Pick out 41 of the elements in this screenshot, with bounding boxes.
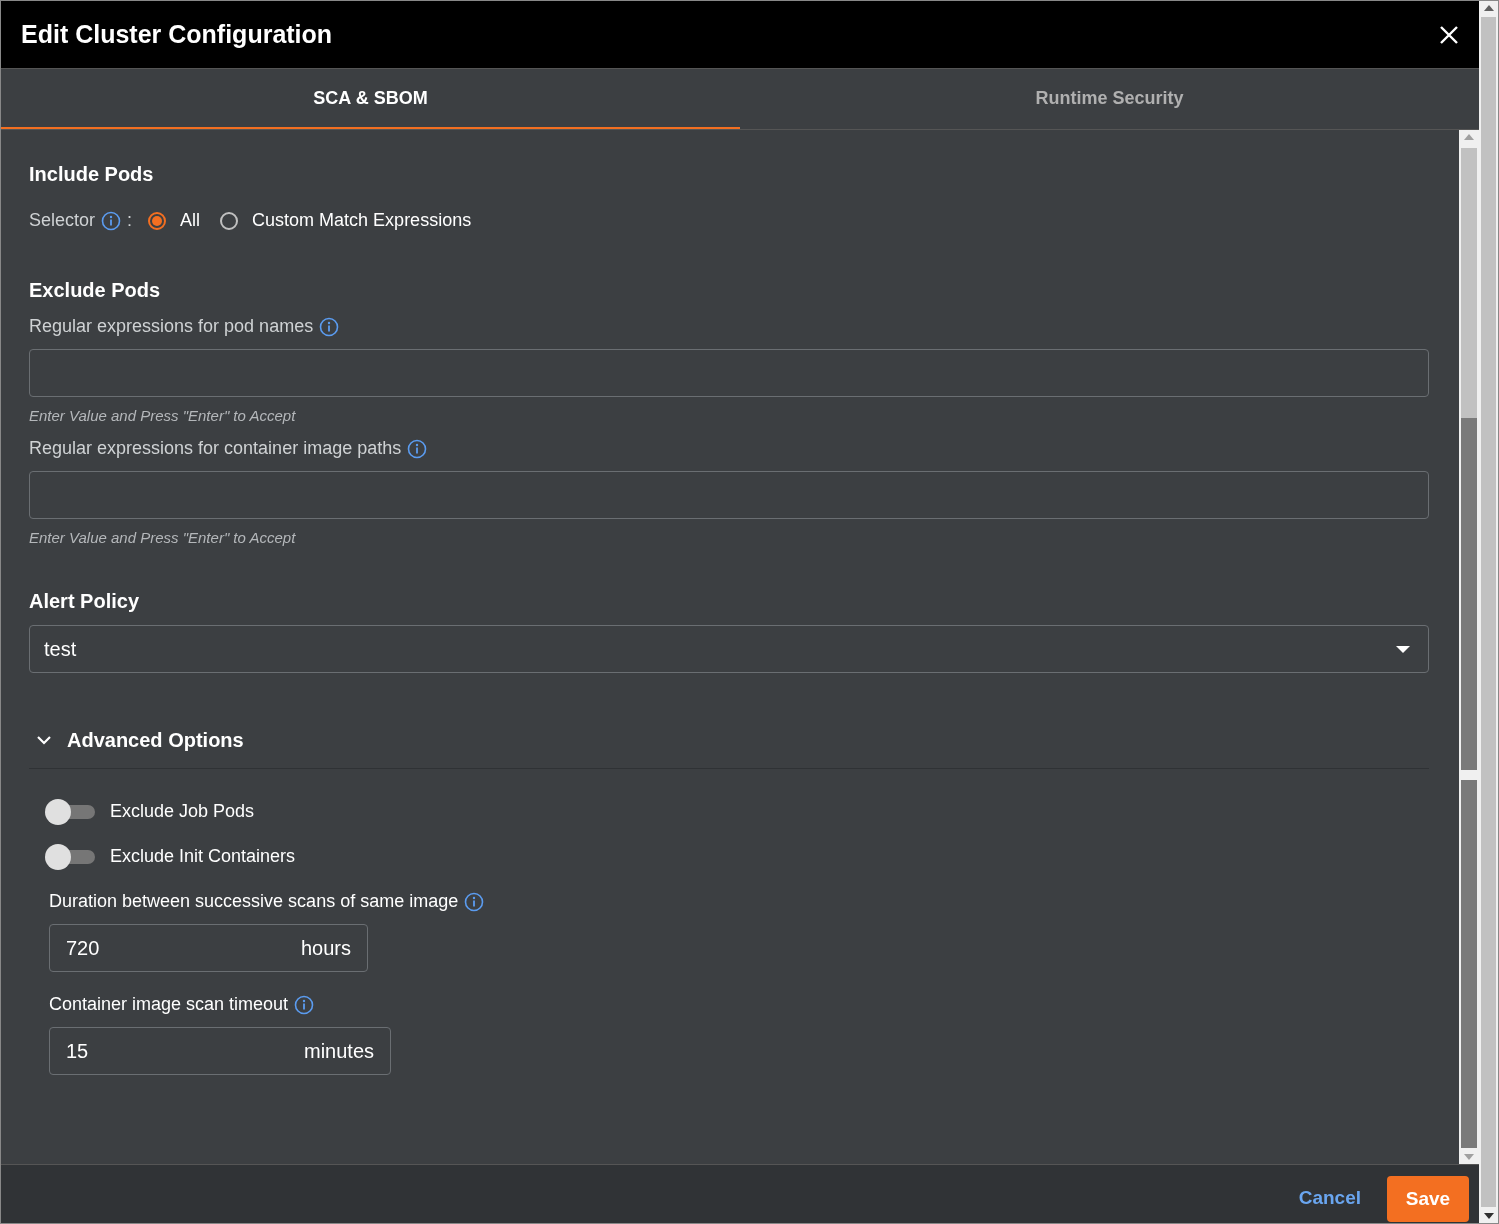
section-heading: Alert Policy (29, 590, 141, 613)
info-icon[interactable] (464, 891, 485, 912)
field-label: Container image scan timeout (49, 994, 289, 1015)
tab[interactable]: Runtime Security (740, 69, 1479, 129)
number-field[interactable]: 15 minutes (49, 1027, 391, 1075)
scrollbar-thumb[interactable] (1481, 17, 1496, 1207)
toggle-label: Exclude Init Containers (110, 846, 296, 867)
caret-icon (1396, 645, 1410, 653)
scroll-up-icon[interactable] (1464, 134, 1474, 140)
scrollbar-thumb[interactable] (1461, 418, 1477, 770)
separator: : (127, 210, 133, 231)
toggle-label: Exclude Job Pods (110, 801, 255, 822)
radio-button[interactable] (148, 211, 167, 230)
selector-label: Selector (29, 210, 96, 231)
section-heading: Exclude Pods (29, 279, 162, 302)
dialog-title: Edit Cluster Configuration (21, 20, 333, 49)
field-label: Duration between successive scans of same image (49, 891, 459, 912)
info-icon[interactable] (319, 316, 340, 337)
tab[interactable]: SCA & SBOM (1, 69, 740, 129)
radio-label: All (180, 210, 201, 231)
info-icon[interactable] (294, 994, 315, 1015)
page-scrollbar[interactable] (1479, 1, 1498, 1223)
close-button[interactable] (1439, 24, 1459, 45)
scrollbar[interactable] (1459, 130, 1479, 1164)
scroll-down-icon[interactable] (1483, 1213, 1494, 1219)
helper-text: Enter Value and Press "Enter" to Accept (29, 407, 297, 424)
info-icon[interactable] (407, 438, 428, 459)
radio-button[interactable] (220, 211, 239, 230)
section-heading: Include Pods (29, 163, 155, 186)
accordion-header[interactable]: Advanced Options (29, 729, 1429, 769)
field-label: Regular expressions for container image paths (29, 438, 402, 459)
helper-text: Enter Value and Press "Enter" to Accept (29, 529, 297, 546)
input-field[interactable] (29, 349, 1429, 397)
field-label: Regular expressions for pod names (29, 316, 314, 337)
select-field[interactable]: test (29, 625, 1429, 673)
input-field[interactable] (29, 471, 1429, 519)
cancel-button[interactable]: Cancel (1292, 1186, 1367, 1210)
number-field[interactable]: 720 hours (49, 924, 368, 972)
scroll-up-icon[interactable] (1483, 5, 1494, 11)
radio-label: Custom Match Expressions (252, 210, 472, 231)
info-icon[interactable] (101, 210, 122, 231)
